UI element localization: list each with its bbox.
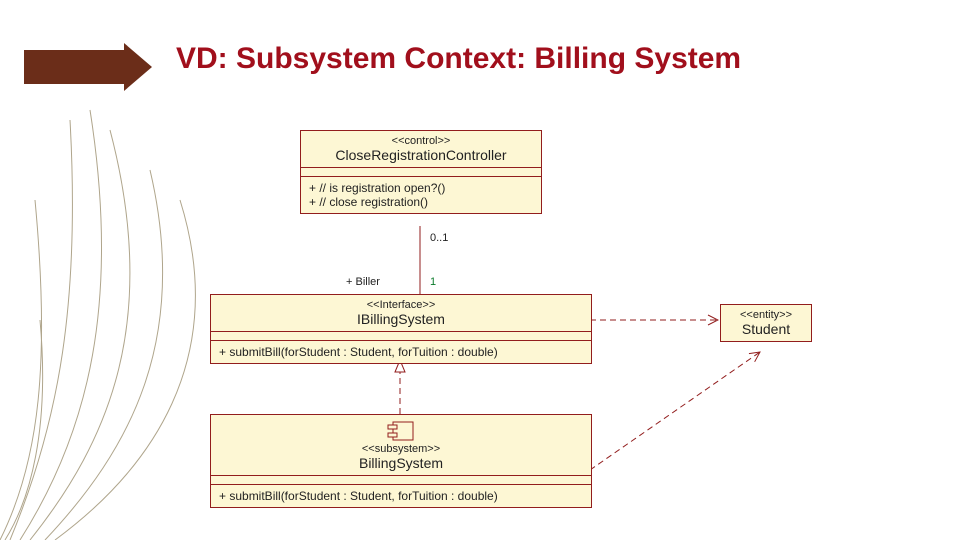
page-title: VD: Subsystem Context: Billing System: [176, 42, 741, 76]
stereotype-label: <<control>>: [309, 135, 533, 147]
operation-label: + submitBill(forStudent : Student, forTu…: [219, 489, 583, 503]
title-arrow-bar: [24, 50, 124, 84]
class-close-registration-controller: <<control>> CloseRegistrationController …: [300, 130, 542, 214]
operation-label: + submitBill(forStudent : Student, forTu…: [219, 345, 583, 359]
stereotype-label: <<subsystem>>: [219, 443, 583, 455]
entity-student: <<entity>> Student: [720, 304, 812, 342]
class-name-label: IBillingSystem: [219, 311, 583, 327]
mult-bottom-label: 1: [430, 276, 436, 288]
slide: VD: Subsystem Context: Billing System 0.…: [0, 0, 960, 540]
stereotype-label: <<entity>>: [729, 309, 803, 321]
operation-label: + // close registration(): [309, 195, 533, 209]
role-label: + Biller: [346, 276, 380, 288]
empty-compartment: [301, 167, 541, 176]
empty-compartment: [211, 475, 591, 484]
interface-ibilling-system: <<Interface>> IBillingSystem + submitBil…: [210, 294, 592, 364]
title-arrow-head: [124, 43, 152, 91]
component-icon: [387, 421, 415, 441]
class-name-label: CloseRegistrationController: [309, 147, 533, 163]
subsystem-billing-system: <<subsystem>> BillingSystem + submitBill…: [210, 414, 592, 508]
empty-compartment: [211, 331, 591, 340]
stereotype-label: <<Interface>>: [219, 299, 583, 311]
mult-top-label: 0..1: [430, 232, 448, 244]
operation-label: + // is registration open?(): [309, 181, 533, 195]
class-name-label: BillingSystem: [219, 455, 583, 471]
class-name-label: Student: [729, 321, 803, 337]
